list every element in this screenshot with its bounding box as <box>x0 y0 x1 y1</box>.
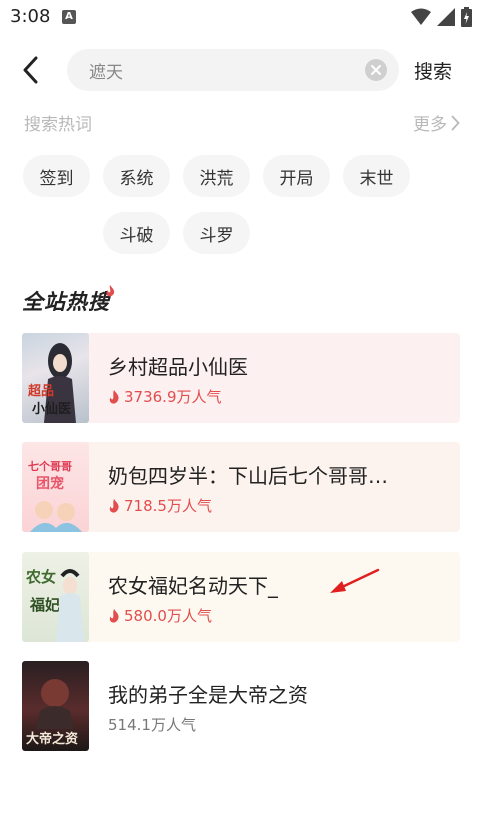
notification-icon: A <box>62 10 76 24</box>
battery-icon <box>461 7 472 27</box>
clear-button[interactable] <box>365 59 387 81</box>
book-cover-art: 超品 小仙医 <box>28 343 76 423</box>
search-input[interactable] <box>89 49 349 91</box>
hot-tag[interactable]: 签到 <box>23 155 90 197</box>
book-card[interactable]: 农女 福妃 农女福妃名动天下_ 580.0万人气 <box>22 552 460 642</box>
book-cover: 大帝之资 <box>22 661 89 751</box>
book-card[interactable]: 超品 小仙医 乡村超品小仙医 3736.9万人气 <box>22 333 460 423</box>
hot-words-title: 搜索热词 <box>24 115 92 135</box>
book-cover: 农女 福妃 <box>22 552 89 642</box>
svg-text:大帝之资: 大帝之资 <box>26 731 78 747</box>
status-bar: 3:08 A <box>0 0 480 34</box>
book-popularity: 3736.9万人气 <box>108 386 222 407</box>
book-title: 乡村超品小仙医 <box>108 355 248 379</box>
popularity-text: 514.1万人气 <box>108 716 196 734</box>
more-link[interactable]: 更多 <box>413 110 460 135</box>
hot-tag[interactable]: 末世 <box>343 155 410 197</box>
book-card[interactable]: 七个哥哥 团宠 奶包四岁半：下山后七个哥哥… 718.5万人气 <box>22 442 460 532</box>
svg-text:小仙医: 小仙医 <box>32 401 71 417</box>
flame-icon <box>109 608 119 623</box>
book-cover: 七个哥哥 团宠 <box>22 442 89 532</box>
book-title: 农女福妃名动天下_ <box>108 574 278 598</box>
hot-tag[interactable]: 斗破 <box>103 212 170 254</box>
search-button[interactable]: 搜索 <box>414 57 452 84</box>
flame-icon <box>109 498 119 513</box>
hot-tag[interactable]: 洪荒 <box>183 155 250 197</box>
book-popularity: 514.1万人气 <box>108 714 196 735</box>
book-popularity: 580.0万人气 <box>108 605 212 626</box>
svg-text:团宠: 团宠 <box>36 475 64 492</box>
wifi-icon <box>411 8 431 25</box>
ranking-title: 全站热搜 <box>22 290 110 314</box>
book-cover-art: 农女 福妃 <box>25 568 84 642</box>
hot-tag[interactable]: 开局 <box>263 155 330 197</box>
signal-icon <box>437 8 455 26</box>
popularity-text: 3736.9万人气 <box>124 388 222 406</box>
more-label: 更多 <box>413 115 447 135</box>
hot-tag[interactable]: 系统 <box>103 155 170 197</box>
book-cover: 超品 小仙医 <box>22 333 89 423</box>
annotation-arrow-icon <box>330 568 380 593</box>
book-card[interactable]: 大帝之资 我的弟子全是大帝之资 514.1万人气 <box>22 661 460 751</box>
svg-text:福妃: 福妃 <box>29 596 60 614</box>
search-box[interactable] <box>67 49 399 91</box>
svg-text:七个哥哥: 七个哥哥 <box>28 459 72 473</box>
popularity-text: 580.0万人气 <box>124 607 212 625</box>
back-button[interactable] <box>14 54 46 86</box>
clear-icon <box>371 65 381 75</box>
status-icons <box>411 7 472 27</box>
chevron-left-icon <box>23 56 38 84</box>
svg-text:农女: 农女 <box>25 568 56 586</box>
book-popularity: 718.5万人气 <box>108 495 212 516</box>
chevron-right-icon <box>451 115 460 130</box>
book-title: 我的弟子全是大帝之资 <box>108 683 308 707</box>
book-cover-art: 大帝之资 <box>26 679 78 747</box>
status-time: 3:08 <box>10 6 51 27</box>
book-title: 奶包四岁半：下山后七个哥哥… <box>108 464 388 488</box>
flame-icon <box>109 389 119 404</box>
flame-icon <box>106 285 115 297</box>
popularity-text: 718.5万人气 <box>124 497 212 515</box>
svg-text:超品: 超品 <box>28 383 54 399</box>
book-cover-art: 七个哥哥 团宠 <box>28 459 82 532</box>
hot-tag[interactable]: 斗罗 <box>183 212 250 254</box>
